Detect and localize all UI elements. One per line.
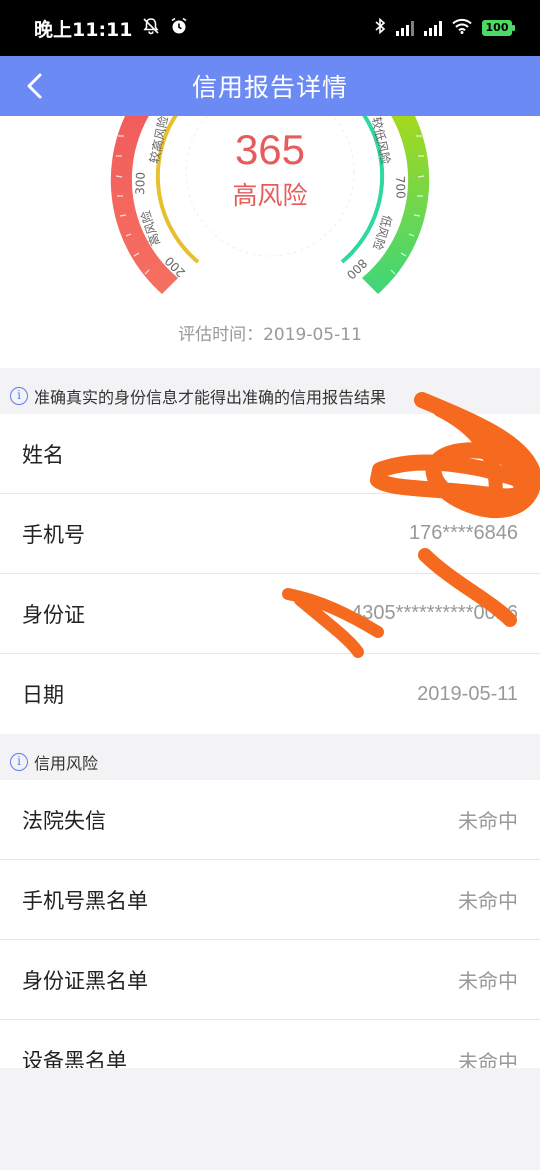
identity-row-id-card[interactable]: 身份证 4305**********0016 [0,574,540,654]
risk-level: 高风险 [232,181,308,210]
tick-300: 300 [133,172,148,195]
label-higher-risk: 较高风险 [146,116,171,165]
credit-risk-list: 法院失信 未命中 手机号黑名单 未命中 身份证黑名单 未命中 设备黑名单 未命中 [0,780,540,1068]
status-bar: 晚上11:11 100 [0,0,540,56]
label-lower-risk: 较低风险 [369,116,394,166]
chevron-left-icon [27,73,42,99]
mute-icon [142,17,160,40]
signal-1-icon [396,20,414,36]
nav-bar: 信用报告详情 [0,56,540,116]
row-label: 身份证黑名单 [22,968,148,993]
credit-score: 365 [234,126,306,173]
row-label: 手机号 [22,522,85,547]
battery-icon: 100 [482,20,515,36]
status-left: 晚上11:11 [34,15,188,42]
row-label: 姓名 [22,442,64,467]
notice-text: 准确真实的身份信息才能得出准确的信用报告结果 [34,388,387,407]
identity-row-phone[interactable]: 手机号 176****6846 [0,494,540,574]
signal-2-icon [424,20,442,36]
back-button[interactable] [14,66,54,106]
page-title: 信用报告详情 [191,73,348,102]
risk-row-id-blacklist[interactable]: 身份证黑名单 未命中 [0,940,540,1020]
row-value: 176****6846 [409,522,518,544]
status-right: 100 [374,17,515,40]
info-icon: i [10,387,28,405]
status-time: 晚上11:11 [34,18,133,41]
row-value: 4305**********0016 [351,602,518,624]
alarm-icon [170,17,188,40]
row-value: 未命中 [458,889,518,913]
risk-row-device-blacklist[interactable]: 设备黑名单 未命中 [0,1020,540,1068]
row-label: 设备黑名单 [22,1049,127,1068]
identity-row-name[interactable]: 姓名 [0,414,540,494]
risk-row-phone-blacklist[interactable]: 手机号黑名单 未命中 [0,860,540,940]
credit-risk-header: i 信用风险 [0,738,540,786]
row-label: 日期 [22,683,64,707]
row-label: 身份证 [22,602,85,627]
row-label: 法院失信 [22,808,106,833]
gauge-green-band [362,116,430,294]
wifi-icon [452,17,472,39]
section-title: 信用风险 [34,754,99,773]
row-value: 未命中 [458,969,518,993]
tick-700: 700 [393,176,408,199]
bluetooth-icon [374,17,386,40]
row-value: 2019-05-11 [417,682,518,705]
notice-banner: i 准确真实的身份信息才能得出准确的信用报告结果 [0,372,540,420]
row-value: 未命中 [458,809,518,833]
row-label: 手机号黑名单 [22,888,148,913]
identity-list: 姓名 手机号 176****6846 身份证 4305**********001… [0,414,540,734]
credit-score-gauge: 较高风险 300 高风险 200 较低风险 700 低风险 800 365 高风… [0,116,540,368]
evaluation-time: 评估时间：2019-05-11 [178,325,362,345]
row-value: 未命中 [458,1049,518,1069]
risk-row-court[interactable]: 法院失信 未命中 [0,780,540,860]
identity-row-date[interactable]: 日期 2019-05-11 [0,654,540,734]
info-icon: i [10,753,28,771]
